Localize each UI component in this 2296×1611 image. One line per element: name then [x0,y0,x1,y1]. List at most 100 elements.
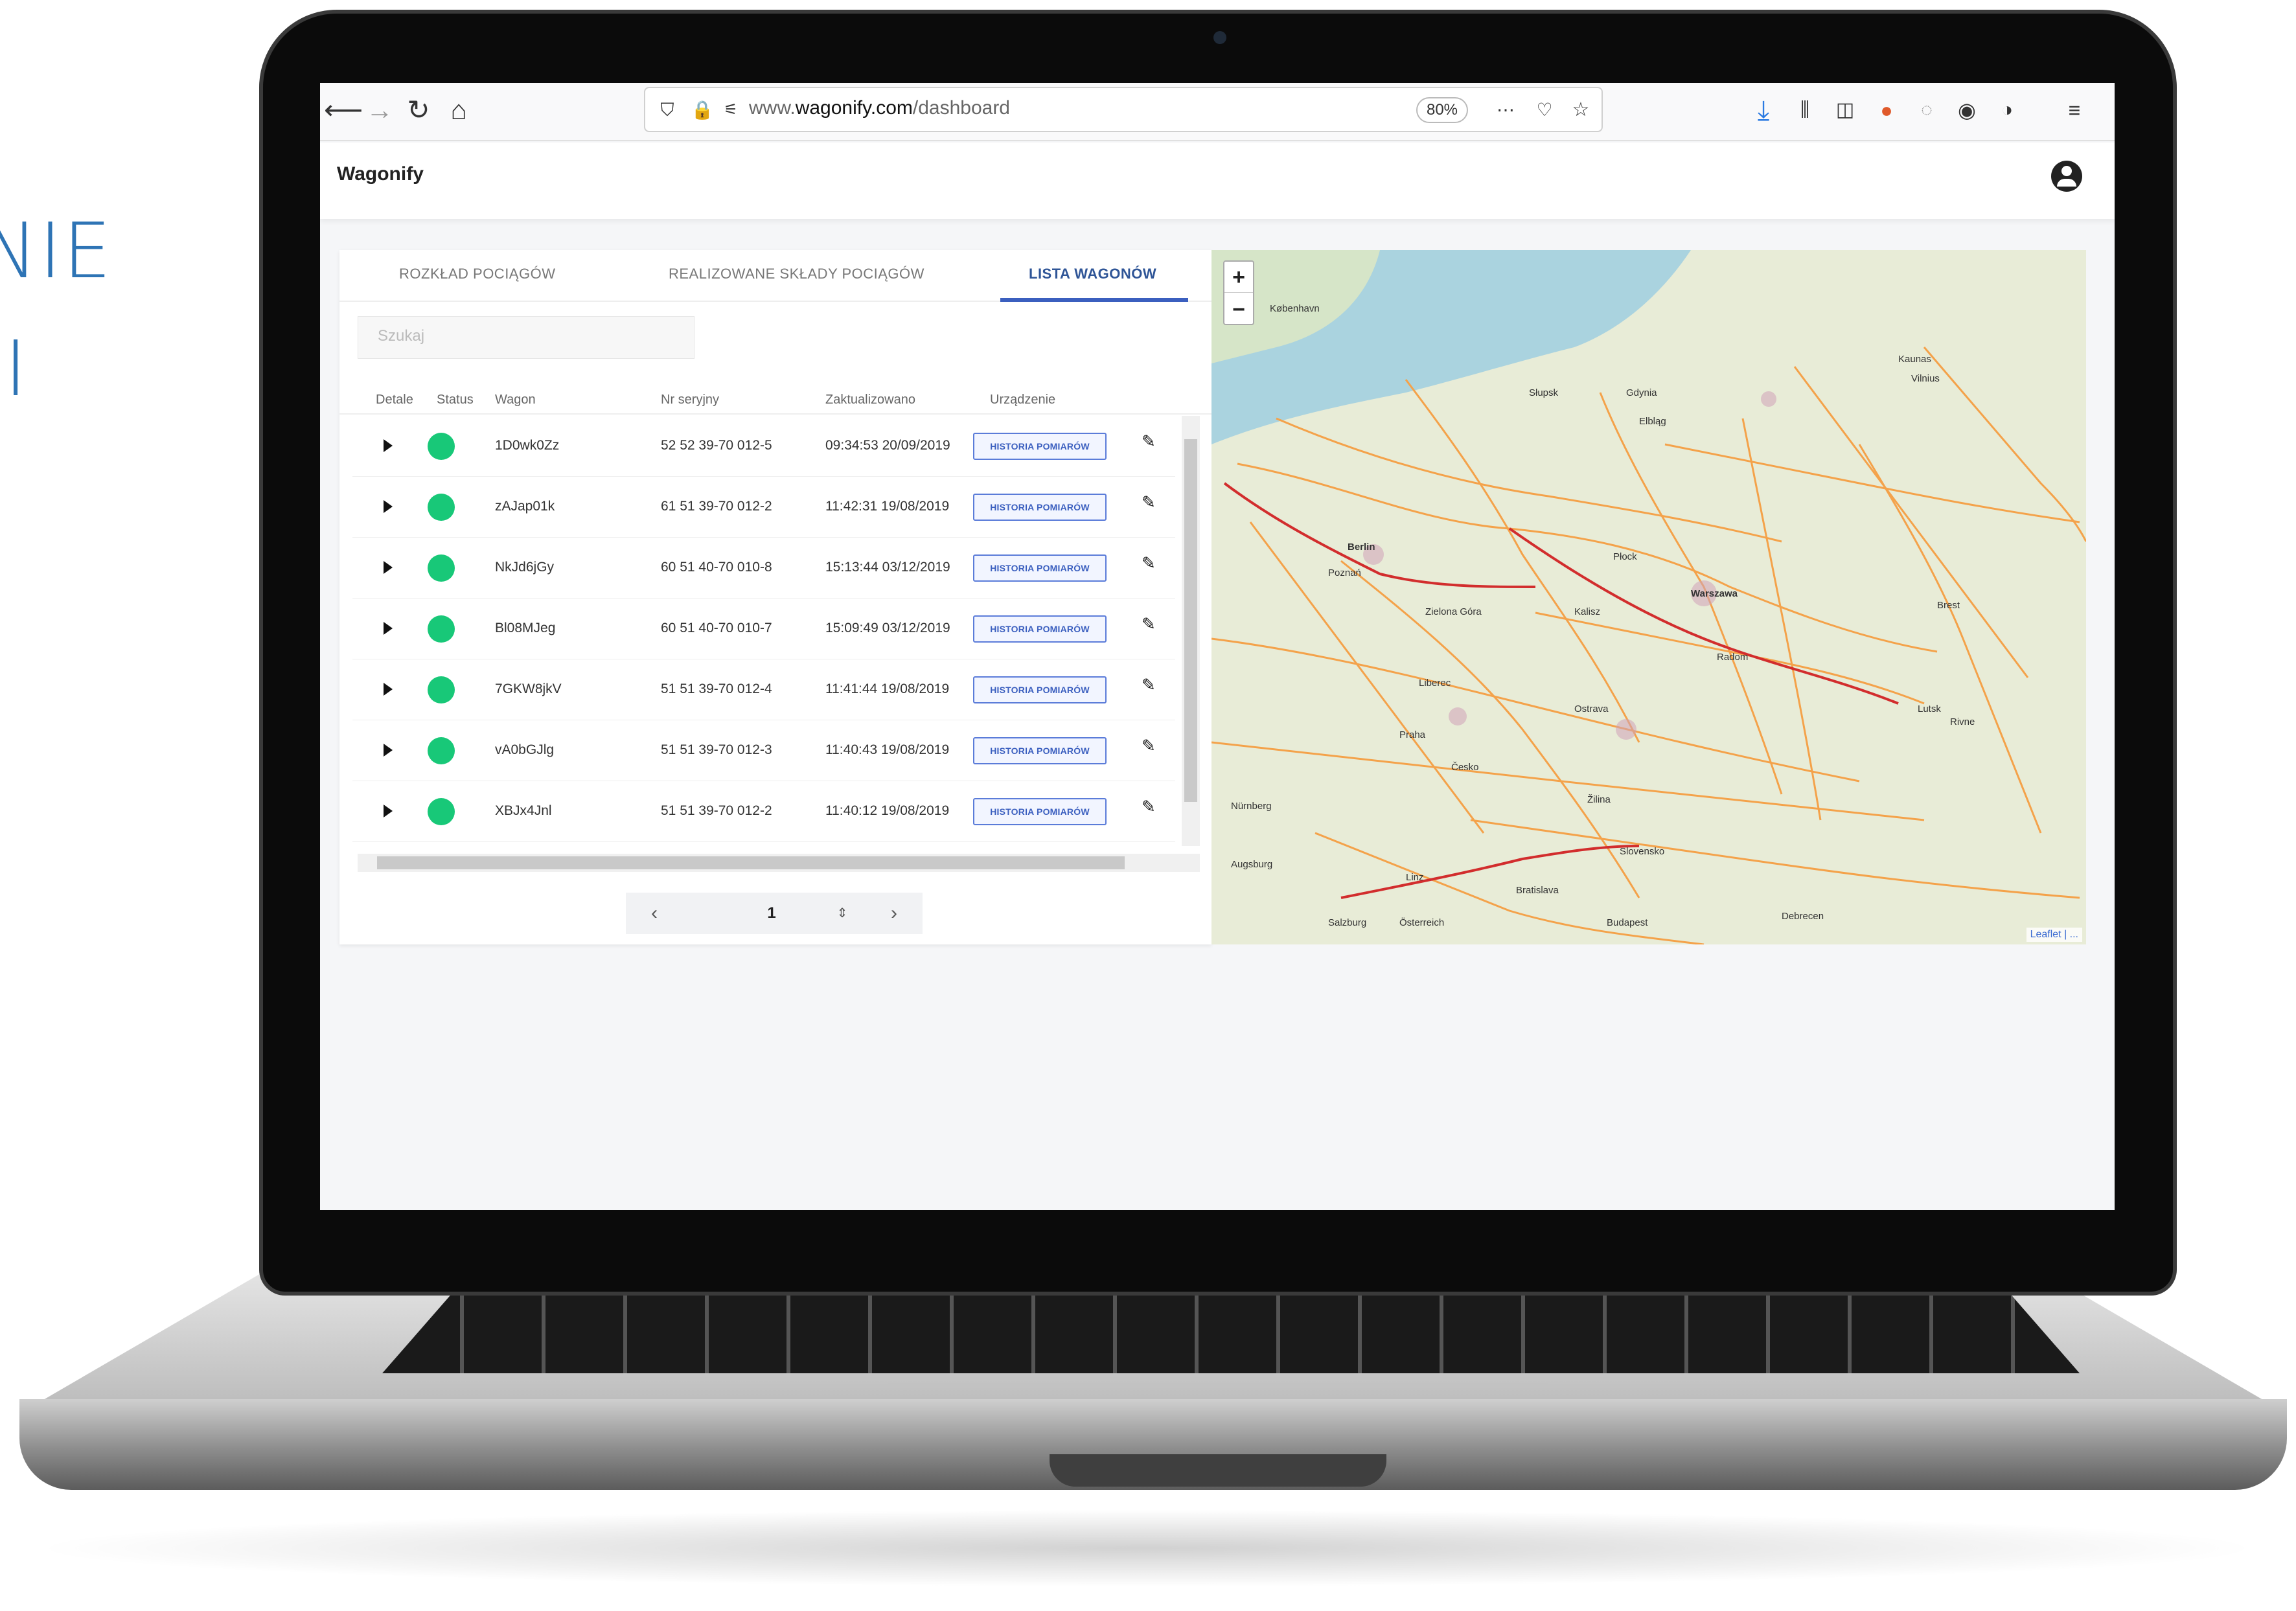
library-icon[interactable]: ⫼ [1787,92,1823,128]
extension-icon-2[interactable]: ◌ [1909,92,1945,128]
download-icon[interactable]: ⤓ [1745,92,1782,128]
rail-map[interactable]: København Słupsk Gdynia Elbląg Kaunas Vi… [1211,250,2086,944]
pocket-icon[interactable]: ♡ [1526,92,1563,128]
zoom-out-button[interactable]: − [1224,294,1253,325]
measurement-history-button[interactable]: HISTORIA POMIARÓW [973,676,1107,703]
serial-number: 60 51 40-70 010-8 [661,560,772,575]
column-header-updated[interactable]: Zaktualizowano [825,393,915,407]
edit-icon[interactable]: ✎ [1142,431,1156,451]
expand-details-icon[interactable] [384,683,393,696]
expand-details-icon[interactable] [384,622,393,635]
extension-icon[interactable]: ● [1868,92,1905,128]
serial-number: 60 51 40-70 010-7 [661,621,772,635]
map-label: Berlin [1348,542,1375,553]
horizontal-scrollbar[interactable] [358,854,1200,872]
shield-icon[interactable]: ⛉ [649,92,685,128]
vertical-scroll-thumb[interactable] [1184,439,1197,802]
column-header-serial[interactable]: Nr seryjny [661,393,719,407]
map-label: Rivne [1950,716,1975,727]
serial-number: 61 51 39-70 012-2 [661,499,772,514]
expand-details-icon[interactable] [384,500,393,513]
measurement-history-button[interactable]: HISTORIA POMIARÓW [973,494,1107,521]
map-label: Vilnius [1911,373,1940,384]
zoom-level-badge[interactable]: 80% [1416,97,1468,123]
map-label: Lutsk [1918,703,1941,714]
search-input[interactable]: Szukaj [358,316,695,359]
map-label: Bratislava [1516,885,1559,896]
table-row: 7GKW8jkV 51 51 39-70 012-4 11:41:44 19/0… [352,659,1175,720]
map-attribution[interactable]: Leaflet | ... [2026,928,2082,942]
browser-toolbar: ⟵ → ↻ ⌂ ⛉ 🔒 ⚟ www.wagonify.com/dashboard… [320,83,2115,141]
wagon-list-panel: ROZKŁAD POCIĄGÓW REALIZOWANE SKŁADY POCI… [339,250,1211,944]
map-label: København [1270,303,1320,314]
serial-number: 51 51 39-70 012-3 [661,742,772,757]
map-zoom-control: + − [1223,260,1254,325]
measurement-history-button[interactable]: HISTORIA POMIARÓW [973,554,1107,582]
laptop-keyboard [382,1296,2080,1373]
map-label: Linz [1406,872,1424,883]
expand-details-icon[interactable] [384,805,393,817]
serial-number: 52 52 39-70 012-5 [661,438,772,453]
zoom-in-button[interactable]: + [1224,262,1253,293]
map-label: Warszawa [1691,588,1738,599]
extension-icon-3[interactable]: ◑ [1989,92,2025,128]
serial-number: 51 51 39-70 012-2 [661,803,772,818]
table-row: XBJx4Jnl 51 51 39-70 012-2 11:40:12 19/0… [352,781,1175,842]
tab-train-schedule[interactable]: ROZKŁAD POCIĄGÓW [399,266,555,282]
column-header-device[interactable]: Urządzenie [990,393,1055,407]
laptop-notch [1050,1454,1386,1487]
brand-logo[interactable]: Wagonify [337,163,424,185]
column-header-wagon[interactable]: Wagon [495,393,536,407]
map-label: Elbląg [1639,416,1666,427]
edit-icon[interactable]: ✎ [1142,553,1156,573]
active-tab-indicator [1000,298,1188,302]
edit-icon[interactable]: ✎ [1142,614,1156,634]
reload-icon[interactable]: ↻ [400,92,437,128]
wagon-id: Bl08MJeg [495,621,556,635]
previous-page-button[interactable]: ‹ [626,893,683,934]
edit-icon[interactable]: ✎ [1142,675,1156,695]
map-label: Debrecen [1782,911,1824,922]
bookmark-star-icon[interactable]: ☆ [1563,92,1599,128]
edit-icon[interactable]: ✎ [1142,736,1156,756]
user-account-icon[interactable] [2051,161,2082,192]
map-label: Poznań [1328,567,1361,578]
map-label: Radom [1717,652,1749,663]
expand-details-icon[interactable] [384,744,393,757]
back-icon[interactable]: ⟵ [324,92,363,128]
tab-train-compositions[interactable]: REALIZOWANE SKŁADY POCIĄGÓW [669,266,924,282]
laptop-shadow [26,1509,2267,1587]
expand-details-icon[interactable] [384,561,393,574]
vertical-scrollbar[interactable] [1182,416,1200,846]
menu-icon[interactable]: ≡ [2056,92,2093,128]
table-row: NkJd6jGy 60 51 40-70 010-8 15:13:44 03/1… [352,538,1175,599]
url-text[interactable]: www.wagonify.com/dashboard [749,97,1010,119]
column-header-status[interactable]: Status [437,393,474,407]
measurement-history-button[interactable]: HISTORIA POMIARÓW [973,798,1107,825]
slide-heading-line-2: JI [0,324,29,413]
sidebar-icon[interactable]: ◫ [1827,92,1863,128]
home-icon[interactable]: ⌂ [441,92,477,128]
page-number-input[interactable]: 1 [742,893,801,934]
tab-wagon-list[interactable]: LISTA WAGONÓW [1029,266,1156,282]
address-bar[interactable]: ⛉ 🔒 ⚟ www.wagonify.com/dashboard 80% ⋯ ♡… [644,87,1603,132]
forward-icon[interactable]: → [362,92,398,128]
map-label: Liberec [1419,678,1451,689]
permissions-icon[interactable]: ⚟ [713,92,749,128]
edit-icon[interactable]: ✎ [1142,797,1156,817]
horizontal-scroll-thumb[interactable] [377,856,1125,869]
more-actions-icon[interactable]: ⋯ [1487,92,1524,128]
measurement-history-button[interactable]: HISTORIA POMIARÓW [973,615,1107,643]
edit-icon[interactable]: ✎ [1142,492,1156,512]
status-indicator [428,798,455,825]
measurement-history-button[interactable]: HISTORIA POMIARÓW [973,737,1107,764]
wagon-id: XBJx4Jnl [495,803,552,818]
page-stepper-icon[interactable]: ⇕ [814,893,871,934]
map-label: Österreich [1399,917,1445,928]
column-header-details[interactable]: Detale [376,393,413,407]
account-icon[interactable]: ◉ [1949,92,1985,128]
measurement-history-button[interactable]: HISTORIA POMIARÓW [973,433,1107,460]
wagon-id: 7GKW8jkV [495,681,562,696]
expand-details-icon[interactable] [384,439,393,452]
next-page-button[interactable]: › [866,893,923,934]
